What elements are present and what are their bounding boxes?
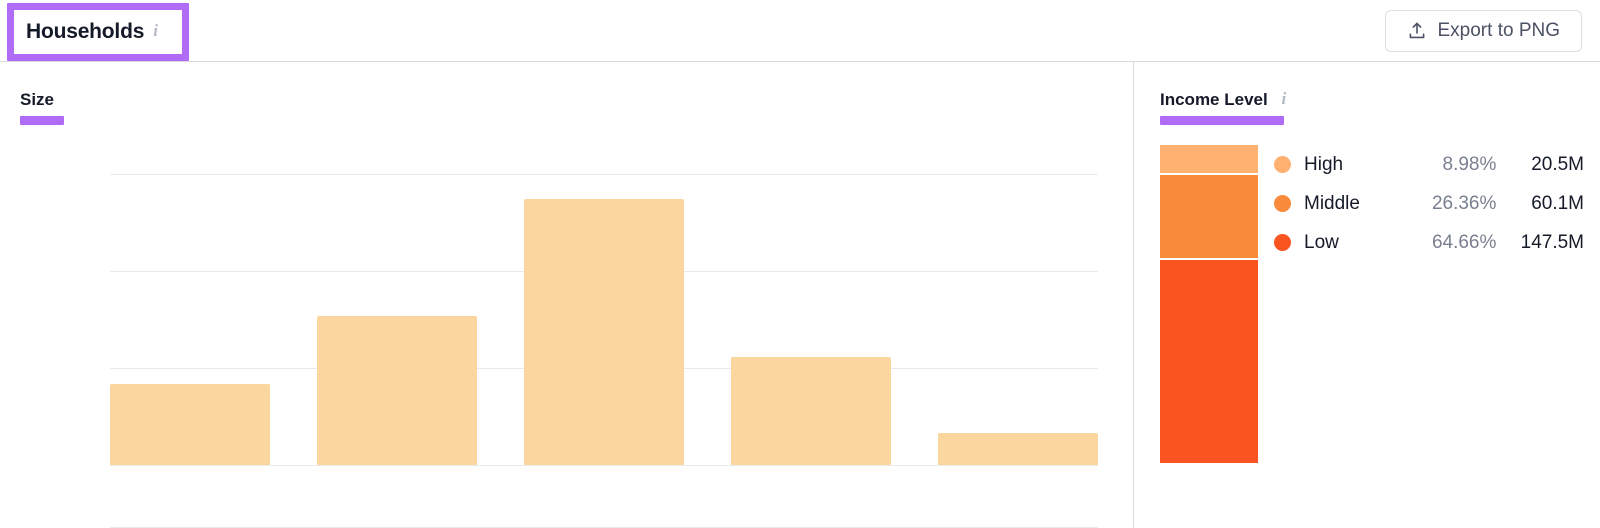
size-chart-underline	[20, 116, 64, 125]
bar-column[interactable]	[731, 155, 891, 465]
income-level-underline	[1160, 116, 1284, 125]
legend-row[interactable]: Middle 26.36% 60.1M	[1274, 184, 1584, 223]
legend-percent: 64.66%	[1431, 231, 1497, 253]
stacked-bar-segment[interactable]	[1160, 175, 1258, 260]
legend-color-dot	[1274, 195, 1291, 212]
bar-column[interactable]	[524, 155, 684, 465]
legend-label: Low	[1304, 231, 1339, 253]
export-button-label: Export to PNG	[1437, 20, 1561, 41]
bar-column[interactable]	[317, 155, 477, 465]
income-level-panel: Income Level i High 8.98% 20.5M Middle 26.36…	[1134, 62, 1600, 528]
legend-color-dot	[1274, 156, 1291, 173]
income-stacked-bar	[1160, 145, 1258, 463]
income-legend: High 8.98% 20.5M Middle 26.36% 60.1M Low 64.66%…	[1274, 145, 1584, 262]
legend-percent: 26.36%	[1431, 192, 1497, 214]
bar[interactable]	[938, 433, 1098, 465]
export-to-png-button[interactable]: Export to PNG	[1384, 10, 1582, 52]
income-level-title-text: Income Level	[1160, 90, 1268, 109]
page-title: Households	[26, 20, 145, 43]
legend-row[interactable]: Low 64.66% 147.5M	[1274, 223, 1584, 262]
size-chart-title: Size	[20, 90, 55, 109]
legend-value: 60.1M	[1531, 192, 1585, 214]
upload-icon	[1409, 22, 1424, 39]
bar-series	[110, 155, 1098, 465]
bar-column[interactable]	[938, 155, 1098, 465]
legend-label: Middle	[1304, 192, 1360, 214]
bar[interactable]	[110, 383, 270, 465]
page-title-highlight: Households i	[7, 3, 189, 61]
income-level-title: Income Level i	[1160, 89, 1286, 110]
stacked-bar-segment[interactable]	[1160, 145, 1258, 176]
households-chart-widget: Households i Export to PNG Size 45%30%15…	[0, 0, 1600, 528]
bar[interactable]	[731, 356, 891, 465]
stacked-bar-segment[interactable]	[1160, 259, 1258, 463]
widget-header: Households i Export to PNG	[0, 0, 1600, 62]
legend-color-dot	[1274, 234, 1291, 251]
legend-value: 147.5M	[1520, 231, 1585, 253]
gridline	[110, 465, 1098, 466]
info-icon[interactable]: i	[153, 21, 158, 41]
legend-percent: 8.98%	[1442, 153, 1497, 175]
bar[interactable]	[524, 198, 684, 465]
legend-value: 20.5M	[1531, 153, 1585, 175]
size-chart-panel: Size 45%30%15%0% 123–45–67+	[0, 62, 1133, 528]
legend-row[interactable]: High 8.98% 20.5M	[1274, 145, 1584, 184]
bar[interactable]	[317, 316, 477, 465]
info-icon[interactable]: i	[1281, 89, 1286, 109]
bar-column[interactable]	[110, 155, 270, 465]
legend-label: High	[1304, 153, 1344, 175]
